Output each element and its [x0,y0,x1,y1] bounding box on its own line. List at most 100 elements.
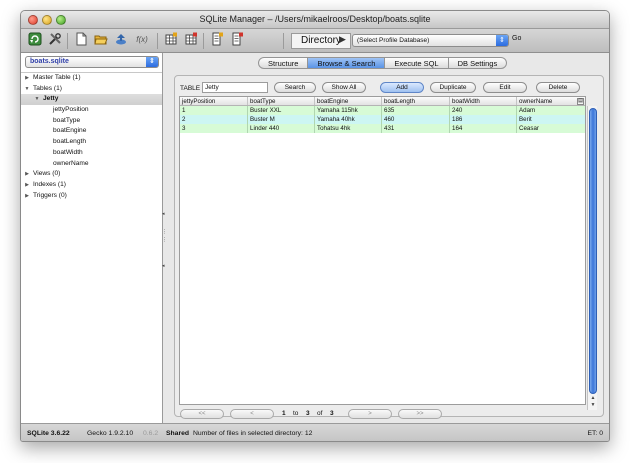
column-header[interactable]: jettyPosition [180,97,248,105]
grid-header: jettyPosition boatType boatEngine boatLe… [180,97,585,106]
drop-table-icon[interactable] [183,32,199,48]
tree-item-column[interactable]: ownerName [21,159,162,170]
new-db-icon[interactable] [73,32,89,48]
table-cell[interactable]: 635 [382,106,450,115]
last-page-button[interactable]: >> [398,409,442,419]
table-cell[interactable]: Linder 440 [248,124,315,133]
add-button[interactable]: Add [380,82,424,93]
table-cell[interactable]: Buster XXL [248,106,315,115]
play-arrow-icon[interactable]: ▶ [339,34,346,45]
scrollbar-thumb[interactable] [589,108,597,394]
tab-execute-sql[interactable]: Execute SQL [384,57,449,69]
function-icon[interactable]: f(x) [132,32,152,48]
open-db-icon[interactable] [93,32,109,48]
status-message: Number of files in selected directory: 1… [193,430,313,437]
collapsed-triangle-icon[interactable]: ▶ [23,180,31,191]
create-index-icon[interactable] [209,32,225,48]
tree-item-column[interactable]: jettyPosition [21,105,162,116]
expanded-triangle-icon[interactable]: ▼ [33,94,41,105]
tree-item-views[interactable]: ▶ Views (0) [21,169,162,180]
window-title: SQLite Manager – /Users/mikaelroos/Deskt… [199,14,431,24]
column-header[interactable]: boatLength [382,97,450,105]
delete-button[interactable]: Delete [536,82,580,93]
table-row[interactable]: 3 Linder 440 Tohatsu 4hk 431 164 Ceasar [180,124,585,133]
collapsed-triangle-icon[interactable]: ▶ [23,191,31,202]
attach-icon[interactable] [113,32,129,48]
column-picker-icon[interactable]: ▤ [577,98,584,105]
table-cell[interactable]: Yamaha 115hk [315,106,382,115]
tree-item-indexes[interactable]: ▶ Indexes (1) [21,180,162,191]
edit-button[interactable]: Edit [483,82,527,93]
table-cell[interactable]: Berit [517,115,587,124]
tree-item-jetty[interactable]: ▼ Jetty [21,94,162,106]
tree-item-label: boatLength [53,138,87,146]
table-cell[interactable]: Tohatsu 4hk [315,124,382,133]
vertical-scrollbar[interactable]: ▲ ▼ [587,106,597,410]
settings-icon[interactable] [47,32,63,48]
toolbar-separator [203,33,204,49]
drop-index-icon[interactable] [229,32,245,48]
first-page-button[interactable]: << [180,409,224,419]
tree-item-column[interactable]: boatWidth [21,148,162,159]
database-select-value: boats.sqlite [30,58,69,65]
table-row[interactable]: 1 Buster XXL Yamaha 115hk 635 240 Adam [180,106,585,115]
table-cell[interactable]: 240 [450,106,517,115]
table-row[interactable]: 2 Buster M Yamaha 40hk 460 186 Berit [180,115,585,124]
show-all-button[interactable]: Show All [322,82,366,93]
duplicate-button[interactable]: Duplicate [430,82,476,93]
tree-item-column[interactable]: boatType [21,116,162,127]
tab-structure[interactable]: Structure [258,57,309,69]
collapsed-triangle-icon[interactable]: ▶ [23,169,31,180]
profile-select-value: (Select Profile Database) [357,37,430,44]
tab-browse-search[interactable]: Browse & Search [307,57,386,69]
create-table-icon[interactable] [163,32,179,48]
profile-database-select[interactable]: (Select Profile Database) ⇕ [352,34,509,47]
scroll-up-arrow-icon[interactable]: ▲ [589,395,597,401]
table-cell[interactable]: 164 [450,124,517,133]
app-window: SQLite Manager – /Users/mikaelroos/Deskt… [20,10,610,442]
column-header[interactable]: boatType [248,97,315,105]
sqlite-version: SQLite 3.6.22 [27,430,70,437]
table-name-field[interactable]: Jetty [202,82,268,93]
toolbar-separator [283,33,284,49]
splitter-arrow-icon: ◂ [162,211,165,217]
column-header[interactable]: boatWidth [450,97,517,105]
tab-db-settings[interactable]: DB Settings [447,57,508,69]
search-button[interactable]: Search [274,82,316,93]
next-page-button[interactable]: > [348,409,392,419]
table-cell[interactable]: 1 [180,106,248,115]
table-cell[interactable]: 3 [180,124,248,133]
table-cell[interactable]: Yamaha 40hk [315,115,382,124]
table-label: TABLE [180,85,201,92]
column-header[interactable]: boatEngine [315,97,382,105]
scroll-down-arrow-icon[interactable]: ▼ [589,402,597,408]
tree-item-label: jettyPosition [53,106,89,114]
table-cell[interactable]: 460 [382,115,450,124]
records-grid[interactable]: jettyPosition boatType boatEngine boatLe… [179,96,586,405]
table-cell[interactable]: Adam [517,106,587,115]
browse-panel: TABLE Jetty Search Show All Add Duplicat… [174,75,604,419]
table-cell[interactable]: 186 [450,115,517,124]
tree-item-column[interactable]: boatLength [21,137,162,148]
connection-mode: Shared [166,430,190,437]
tree-item-master-table[interactable]: ▶ Master Table (1) [21,73,162,84]
table-cell[interactable]: 431 [382,124,450,133]
tree-item-label: Jetty [43,95,59,103]
page-of-word: of [317,410,323,417]
collapsed-triangle-icon[interactable]: ▶ [23,73,31,84]
expanded-triangle-icon[interactable]: ▼ [23,84,31,95]
tree-item-label: boatType [53,116,81,124]
updown-chevron-icon: ⇕ [496,35,508,46]
tree-item-tables[interactable]: ▼ Tables (1) [21,84,162,95]
table-cell[interactable]: Ceasar [517,124,587,133]
updown-chevron-icon: ⇕ [146,57,158,67]
go-button[interactable]: Go [512,35,521,42]
database-select[interactable]: boats.sqlite ⇕ [25,56,159,68]
table-cell[interactable]: 2 [180,115,248,124]
previous-page-button[interactable]: < [230,409,274,419]
table-cell[interactable]: Buster M [248,115,315,124]
reconnect-icon[interactable] [27,32,43,48]
pane-splitter[interactable]: ◂ ⋮ ⋮ ◂ [162,211,167,271]
tree-item-column[interactable]: boatEngine [21,126,162,137]
tree-item-triggers[interactable]: ▶ Triggers (0) [21,191,162,202]
